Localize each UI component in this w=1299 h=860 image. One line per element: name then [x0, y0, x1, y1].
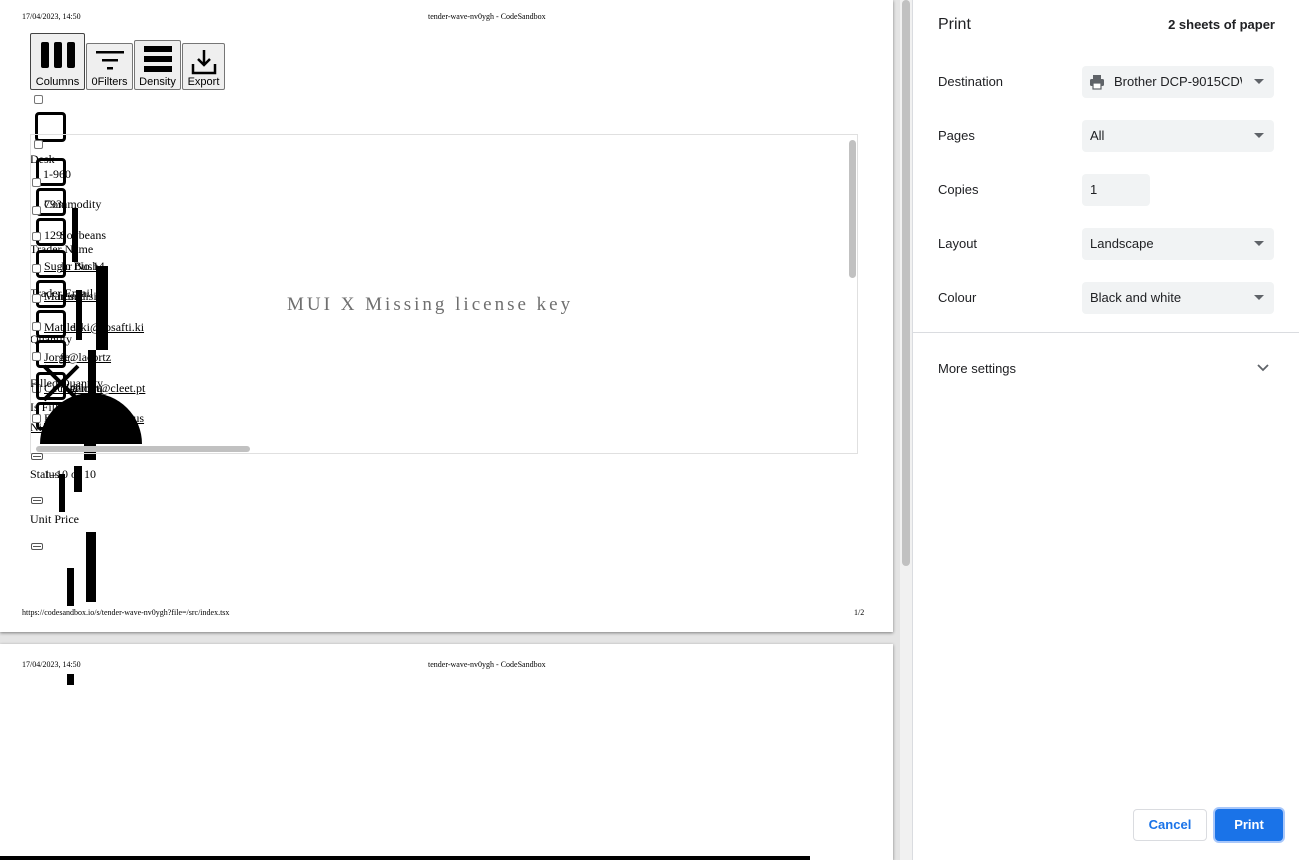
grid-horizontal-scrollbar[interactable] [36, 446, 250, 452]
destination-value: Brother DCP-9015CDW [1114, 74, 1242, 89]
destination-select[interactable]: Brother DCP-9015CDW [1082, 66, 1274, 98]
layout-label: Layout [938, 236, 978, 251]
chart-bar [67, 568, 74, 606]
preview-scrollbar-thumb[interactable] [902, 0, 910, 566]
destination-label: Destination [938, 74, 1004, 89]
download-icon [191, 50, 216, 75]
columns-icon [40, 42, 75, 68]
colour-label: Colour [938, 290, 977, 305]
columns-button-label: Columns [35, 76, 80, 88]
column-menu-icon [31, 543, 43, 550]
filters-button-label: 0Filters [91, 76, 128, 88]
chart-bar [67, 674, 74, 685]
layout-value: Landscape [1090, 236, 1154, 251]
select-all-checkbox[interactable] [34, 95, 43, 104]
column-menu-icon [31, 497, 43, 504]
print-button[interactable]: Print [1215, 809, 1283, 841]
cancel-button[interactable]: Cancel [1133, 809, 1207, 841]
grid-vertical-scrollbar[interactable] [849, 140, 856, 278]
column-menu-icon [31, 453, 43, 460]
print-preview-area: 17/04/2023, 14:50 tender-wave-nv0ygh - C… [0, 0, 900, 860]
filter-icon [95, 51, 124, 70]
chevron-down-icon [1254, 241, 1264, 246]
page-header-datetime: 17/04/2023, 14:50 [22, 660, 81, 669]
preview-scrollbar[interactable] [900, 0, 912, 860]
page-footer-url: https://codesandbox.io/s/tender-wave-nv0… [22, 608, 230, 617]
pages-select[interactable]: All [1082, 120, 1274, 152]
chevron-down-icon [1254, 133, 1264, 138]
export-button[interactable]: Export [182, 43, 225, 90]
page-header-title: tender-wave-nv0ygh - CodeSandbox [428, 12, 546, 21]
pagination-text: 1–10 of 10 [44, 467, 96, 481]
colour-select[interactable]: Black and white [1082, 282, 1274, 314]
filters-button[interactable]: 0Filters [86, 43, 133, 90]
chart-bar [59, 474, 65, 512]
columns-button[interactable]: Columns [30, 33, 85, 90]
chart-bar [74, 466, 82, 492]
more-settings-toggle[interactable]: More settings [938, 361, 1016, 376]
pages-label: Pages [938, 128, 975, 143]
pages-value: All [1090, 128, 1105, 143]
printer-icon [1090, 75, 1104, 90]
sheet-count: 2 sheets of paper [1168, 17, 1275, 32]
chart-bar [86, 532, 96, 602]
preview-page-1: 17/04/2023, 14:50 tender-wave-nv0ygh - C… [0, 0, 893, 632]
density-button[interactable]: Density [134, 40, 181, 90]
copies-value: 1 [1090, 182, 1098, 197]
license-watermark: MUI X Missing license key [287, 294, 574, 315]
density-icon [143, 46, 172, 72]
column-header-unit-price: Unit Price [30, 512, 79, 526]
preview-page-2: 17/04/2023, 14:50 tender-wave-nv0ygh - C… [0, 644, 893, 860]
page-header-title: tender-wave-nv0ygh - CodeSandbox [428, 660, 546, 669]
layout-select[interactable]: Landscape [1082, 228, 1274, 260]
bottom-edge-bar [0, 856, 810, 860]
chevron-down-icon[interactable] [1257, 364, 1269, 372]
chevron-down-icon [1254, 295, 1264, 300]
page-footer-number: 1/2 [854, 608, 865, 617]
print-settings-panel: Print 2 sheets of paper Destination Brot… [912, 0, 1299, 860]
chevron-down-icon [1254, 79, 1264, 84]
panel-divider [913, 332, 1299, 333]
print-title: Print [938, 16, 971, 33]
page-header-datetime: 17/04/2023, 14:50 [22, 12, 81, 21]
density-button-label: Density [139, 76, 176, 88]
copies-label: Copies [938, 182, 979, 197]
export-button-label: Export [187, 76, 220, 88]
copies-input[interactable]: 1 [1082, 174, 1150, 206]
colour-value: Black and white [1090, 290, 1182, 305]
